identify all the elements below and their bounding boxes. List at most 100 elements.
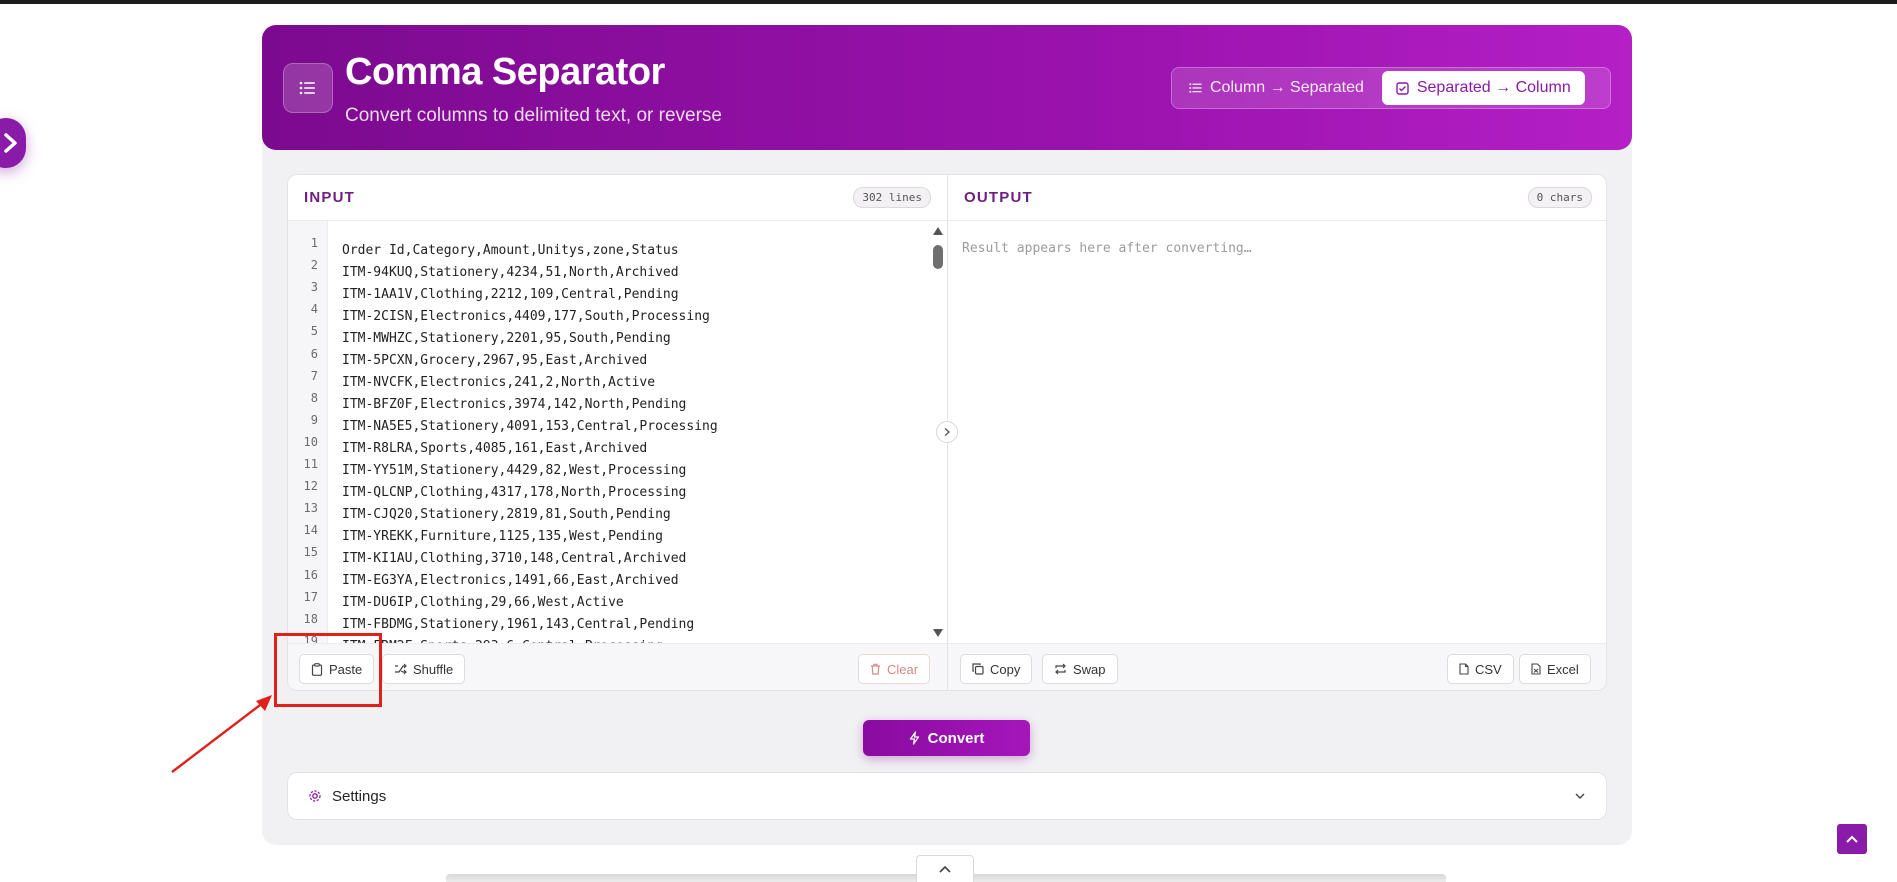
input-line: ITM-MWHZC,Stationery,2201,95,South,Pendi… — [342, 331, 671, 346]
output-editor[interactable]: Result appears here after converting… — [948, 221, 1606, 643]
shuffle-label: Shuffle — [413, 661, 454, 677]
input-line: ITM-CJQ20,Stationery,2819,81,South,Pendi… — [342, 507, 671, 522]
input-line: ITM-YREKK,Furniture,1125,135,West,Pendin… — [342, 529, 663, 544]
shuffle-button[interactable]: Shuffle — [382, 654, 466, 684]
copy-button[interactable]: Copy — [960, 654, 1033, 684]
swap-label: Swap — [1073, 661, 1106, 677]
swap-button[interactable]: Swap — [1042, 654, 1118, 684]
page-subtitle: Convert columns to delimited text, or re… — [345, 105, 722, 126]
excel-export-button[interactable]: Excel — [1519, 654, 1591, 684]
settings-label: Settings — [332, 787, 387, 805]
line-number: 5 — [310, 324, 318, 339]
clear-button[interactable]: Clear — [858, 654, 931, 684]
side-panel-toggle[interactable] — [0, 118, 26, 168]
output-header: OUTPUT 0 chars — [948, 175, 1606, 221]
line-number: 17 — [303, 589, 318, 604]
mode-label: Column → Separated — [1210, 79, 1364, 96]
input-title: INPUT — [304, 189, 355, 206]
scroll-down-icon[interactable] — [933, 629, 943, 637]
mode-column-to-separated-button[interactable]: Column → Separated — [1175, 71, 1378, 105]
input-line: ITM-94KUQ,Stationery,4234,51,North,Archi… — [342, 265, 679, 280]
line-number: 4 — [310, 302, 318, 317]
input-line: ITM-FBDMG,Stationery,1961,143,Central,Pe… — [342, 617, 695, 632]
line-number: 2 — [310, 258, 318, 273]
input-line: ITM-YY51M,Stationery,4429,82,West,Proces… — [342, 463, 687, 478]
annotation-arrow — [171, 695, 272, 773]
annotation-highlight-box — [274, 633, 382, 707]
char-count-badge: 0 chars — [1527, 187, 1592, 208]
browser-top-edge — [0, 0, 1897, 4]
page-title: Comma Separator — [345, 51, 665, 93]
excel-label: Excel — [1547, 661, 1579, 677]
line-number: 14 — [303, 523, 318, 538]
line-count-badge: 302 lines — [853, 187, 931, 208]
input-line: ITM-QLCNP,Clothing,4317,178,North,Proces… — [342, 485, 687, 500]
header-banner: Comma Separator Convert columns to delim… — [262, 25, 1632, 150]
input-line: ITM-KI1AU,Clothing,3710,148,Central,Arch… — [342, 551, 687, 566]
line-number: 7 — [310, 368, 318, 383]
input-line: ITM-NVCFK,Electronics,241,2,North,Active — [342, 375, 656, 390]
chevron-down-icon — [1575, 793, 1585, 799]
list-icon — [283, 63, 333, 113]
input-line: ITM-2CISN,Electronics,4409,177,South,Pro… — [342, 309, 710, 324]
line-number: 15 — [303, 545, 318, 560]
line-number: 11 — [303, 457, 318, 471]
input-line: ITM-R8LRA,Sports,4085,161,East,Archived — [342, 441, 648, 456]
settings-accordion[interactable]: Settings — [287, 772, 1607, 820]
chevron-right-icon — [944, 428, 950, 436]
line-number: 10 — [303, 434, 318, 449]
line-number-gutter: 1234567891011121314151617181920 — [288, 221, 328, 643]
line-number: 3 — [310, 280, 318, 295]
clear-label: Clear — [887, 661, 919, 677]
input-line: ITM-EG3YA,Electronics,1491,66,East,Archi… — [342, 573, 679, 588]
input-line: ITM-DU6IP,Clothing,29,66,West,Active — [342, 595, 624, 610]
swap-icon — [1055, 663, 1066, 675]
input-pane: INPUT 302 lines 1 2 3 4 5 6 7 8 9 10 11 12 13 14 15 16 1… — [288, 175, 948, 690]
file-icon — [1459, 663, 1469, 675]
list-icon — [1189, 83, 1202, 93]
line-number: 6 — [310, 346, 318, 361]
lightning-icon — [909, 731, 919, 745]
shuffle-icon — [395, 663, 407, 675]
line-number: 1 — [310, 236, 318, 250]
mode-separated-to-column-button[interactable]: Separated → Column — [1381, 71, 1585, 105]
line-number: 18 — [303, 611, 318, 626]
input-toolbar: Paste Shuffle Clear — [288, 643, 947, 690]
input-line: ITM-1AA1V,Clothing,2212,109,Central,Pend… — [342, 287, 679, 302]
scroll-up-icon[interactable] — [933, 227, 943, 235]
scroll-thumb[interactable] — [933, 245, 943, 269]
input-header: INPUT 302 lines — [288, 175, 947, 221]
spreadsheet-icon — [1531, 663, 1541, 675]
line-number: 12 — [303, 479, 318, 494]
convert-label: Convert — [927, 729, 985, 747]
input-line: ITM-NA5E5,Stationery,4091,153,Central,Pr… — [342, 419, 718, 434]
scroll-to-top-button[interactable] — [1837, 824, 1867, 854]
bottom-panel-toggle[interactable] — [916, 855, 974, 882]
input-editor[interactable]: 1234567891011121314151617181920 Order Id… — [288, 221, 948, 643]
output-toolbar: Copy Swap CSV Excel — [948, 643, 1606, 690]
csv-label: CSV — [1475, 661, 1502, 677]
copy-label: Copy — [990, 661, 1021, 677]
checkbox-icon — [1396, 81, 1409, 95]
line-number: 9 — [310, 412, 318, 427]
convert-button[interactable]: Convert — [863, 720, 1030, 756]
csv-export-button[interactable]: CSV — [1447, 654, 1514, 684]
input-line: Order Id,Category,Amount,Unitys,zone,Sta… — [342, 243, 679, 258]
trash-icon — [871, 663, 880, 675]
input-line: ITM-5PCXN,Grocery,2967,95,East,Archived — [342, 353, 648, 368]
output-placeholder: Result appears here after converting… — [962, 241, 1252, 256]
copy-icon — [972, 663, 984, 675]
line-number: 13 — [303, 501, 318, 516]
chevron-up-icon — [939, 865, 951, 873]
mode-label: Separated → Column — [1416, 79, 1571, 96]
input-line: ITM-BFZ0F,Electronics,3974,142,North,Pen… — [342, 397, 687, 412]
chevron-right-icon — [4, 133, 17, 153]
line-number: 16 — [303, 567, 318, 582]
output-title: OUTPUT — [964, 189, 1033, 206]
output-pane: OUTPUT 0 chars Result appears here after… — [948, 175, 1606, 690]
gear-icon — [309, 790, 321, 802]
mode-toggle: Column → Separated Separated → Column — [1171, 67, 1611, 109]
pane-divider-handle[interactable] — [936, 421, 958, 443]
chevron-up-icon — [1846, 835, 1858, 843]
line-number: 8 — [310, 390, 318, 405]
